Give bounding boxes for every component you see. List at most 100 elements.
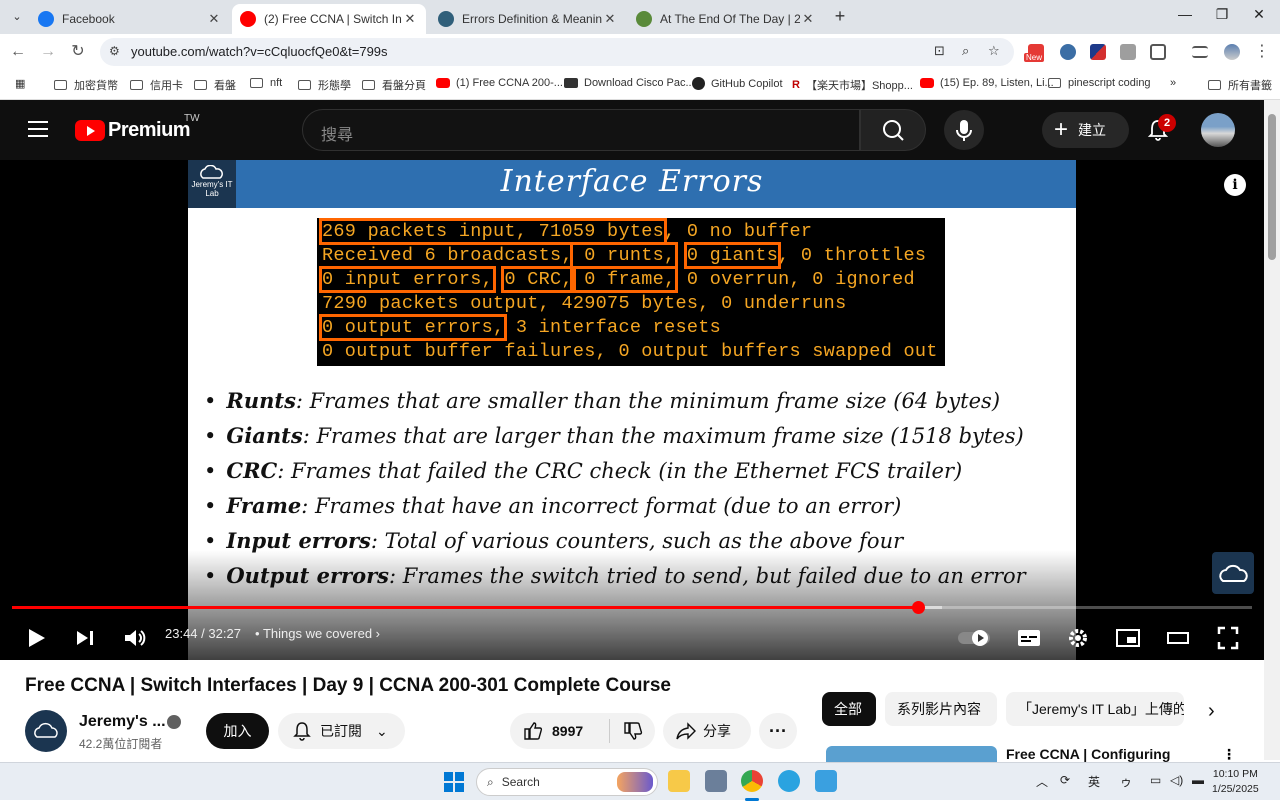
file-explorer-icon[interactable] (668, 770, 690, 792)
maximize-button[interactable]: ❐ (1207, 6, 1237, 23)
search-button[interactable] (860, 109, 926, 151)
tab-search-button[interactable]: ⌄ (6, 6, 28, 28)
bookmark-item[interactable]: 信用卡 (130, 77, 183, 93)
app-icon[interactable] (705, 770, 727, 792)
profile-avatar[interactable] (1224, 44, 1240, 60)
bookmark-item[interactable]: (15) Ep. 89, Listen, Li... (920, 77, 1054, 89)
chapter-button[interactable]: • Things we covered › (255, 626, 380, 641)
speaker-icon[interactable]: ◁) (1170, 773, 1183, 787)
bookmark-item[interactable]: 形態學 (298, 77, 351, 93)
bookmark-item[interactable]: 看盤 (194, 77, 236, 93)
all-bookmarks[interactable]: 所有書籤 (1208, 77, 1272, 93)
forward-button[interactable]: → (38, 42, 58, 62)
progress-bar[interactable] (12, 601, 1252, 614)
terminal-text: 3 interface resets (504, 317, 722, 338)
info-icon[interactable]: i (1224, 174, 1246, 196)
ime-indicator[interactable]: 英 (1088, 773, 1100, 790)
close-tab-icon[interactable]: ✕ (402, 11, 418, 27)
share-button[interactable]: 分享 (663, 713, 751, 749)
voice-search-button[interactable] (944, 110, 984, 150)
zoom-icon[interactable]: ⌕ (962, 43, 969, 59)
battery-icon[interactable]: ▬ (1192, 773, 1204, 787)
autoplay-toggle[interactable] (956, 624, 992, 652)
ime-mode-icon[interactable]: ゥ (1120, 773, 1132, 790)
more-actions-button[interactable]: ··· (759, 713, 797, 749)
settings-gear-icon[interactable] (1066, 624, 1090, 652)
filter-chip[interactable]: 「Jeremy's IT Lab」上傳的 (1006, 692, 1184, 726)
bookmark-item[interactable]: R 【楽天市場】Shopp... (792, 77, 913, 93)
notepad-icon[interactable] (815, 770, 837, 792)
bookmark-item[interactable]: (1) Free CCNA 200-... (436, 77, 563, 89)
bookmark-item[interactable]: nft (250, 77, 282, 89)
recommended-menu-icon[interactable]: ⋮ (1222, 746, 1236, 763)
close-window-button[interactable]: ✕ (1244, 6, 1274, 23)
extension-icon[interactable] (1060, 44, 1076, 60)
play-icon[interactable] (26, 624, 48, 652)
video-player[interactable]: Interface Errors Jeremy's IT Lab 269 pac… (0, 160, 1264, 660)
bookmark-item[interactable]: 看盤分頁 (362, 77, 426, 93)
extension-grey-icon[interactable] (1120, 44, 1136, 60)
apps-grid-icon[interactable]: ▦ (15, 77, 25, 90)
recommended-title[interactable]: Free CCNA | Configuring (1006, 746, 1170, 762)
channel-name[interactable]: Jeremy's ... (79, 713, 166, 731)
back-button[interactable]: ← (8, 42, 28, 62)
extensions-puzzle-icon[interactable] (1150, 44, 1166, 60)
recommended-thumbnail[interactable] (826, 746, 997, 762)
reload-button[interactable]: ↻ (68, 42, 88, 62)
tab-bar: ⌄ Facebook✕(2) Free CCNA | Switch Interf… (0, 0, 1280, 34)
system-clock[interactable]: 10:10 PM 1/25/2025 (1212, 767, 1259, 797)
close-tab-icon[interactable]: ✕ (602, 11, 618, 27)
tab-4[interactable]: At The End Of The Day | 21716 |✕ (628, 4, 824, 34)
tray-overflow-icon[interactable]: ︿ (1036, 773, 1048, 790)
next-icon[interactable] (74, 624, 96, 652)
scrollbar-thumb[interactable] (1268, 114, 1276, 260)
account-avatar[interactable] (1201, 113, 1235, 147)
miniplayer-icon[interactable] (1114, 624, 1142, 652)
subtitles-icon[interactable] (1016, 624, 1042, 652)
sync-icon[interactable]: ⟳ (1060, 773, 1070, 787)
channel-avatar[interactable] (25, 710, 67, 752)
join-button[interactable]: 加入 (206, 713, 269, 749)
new-tab-button[interactable]: + (830, 6, 850, 27)
page-scrollbar[interactable] (1264, 100, 1280, 760)
minimize-button[interactable]: — (1170, 6, 1200, 22)
reading-list-icon[interactable] (1192, 46, 1208, 58)
chips-next-arrow-icon[interactable]: › (1208, 700, 1215, 723)
omnibox[interactable]: ⚙ youtube.com/watch?v=cCqluocfQe0&t=799s… (100, 38, 1014, 66)
extension-flag-icon[interactable] (1090, 44, 1106, 60)
theater-mode-icon[interactable] (1166, 624, 1190, 652)
telegram-icon[interactable] (778, 770, 800, 792)
menu-icon[interactable] (28, 121, 48, 142)
tab-3[interactable]: Errors Definition & Meaning - M✕ (430, 4, 626, 34)
filter-chip[interactable]: 系列影片內容 (885, 692, 997, 726)
tab-2[interactable]: (2) Free CCNA | Switch Interface✕ (232, 4, 426, 34)
thumbs-down-icon[interactable] (622, 720, 644, 742)
bookmark-item[interactable]: 加密貨幣 (54, 77, 118, 93)
taskbar-search[interactable]: ⌕ Search (476, 768, 658, 796)
bookmark-item[interactable]: GitHub Copilot (692, 77, 783, 90)
bookmark-star-icon[interactable]: ☆ (988, 43, 1000, 59)
subscribed-button[interactable]: 已訂閱 ⌄ (278, 713, 405, 749)
bookmark-item[interactable]: pinescript coding (1048, 77, 1151, 89)
fullscreen-icon[interactable] (1216, 624, 1240, 652)
time-separator: / (197, 626, 209, 641)
youtube-logo[interactable]: Premium (75, 119, 191, 142)
filter-chip[interactable]: 全部 (822, 692, 876, 726)
bookmark-item[interactable]: Download Cisco Pac... (564, 77, 695, 89)
create-button[interactable]: + 建立 (1042, 112, 1129, 148)
search-input[interactable]: 搜尋 (302, 109, 860, 151)
network-icon[interactable]: ▭ (1150, 773, 1161, 787)
volume-icon[interactable] (122, 624, 148, 652)
close-tab-icon[interactable]: ✕ (800, 11, 816, 27)
windows-start-icon[interactable] (443, 771, 465, 793)
url-text[interactable]: youtube.com/watch?v=cCqluocfQe0&t=799s (131, 44, 388, 59)
channel-watermark[interactable] (1212, 552, 1254, 594)
close-tab-icon[interactable]: ✕ (206, 11, 222, 27)
bookmarks-overflow[interactable]: » (1170, 77, 1176, 89)
site-info-icon[interactable]: ⚙ (109, 44, 120, 58)
install-app-icon[interactable]: ⊡ (934, 43, 945, 59)
chrome-icon[interactable] (741, 770, 763, 792)
tab-1[interactable]: Facebook ✕ (30, 4, 230, 34)
like-button[interactable]: 8997 (510, 719, 610, 743)
browser-menu-icon[interactable]: ⋮ (1252, 42, 1272, 62)
